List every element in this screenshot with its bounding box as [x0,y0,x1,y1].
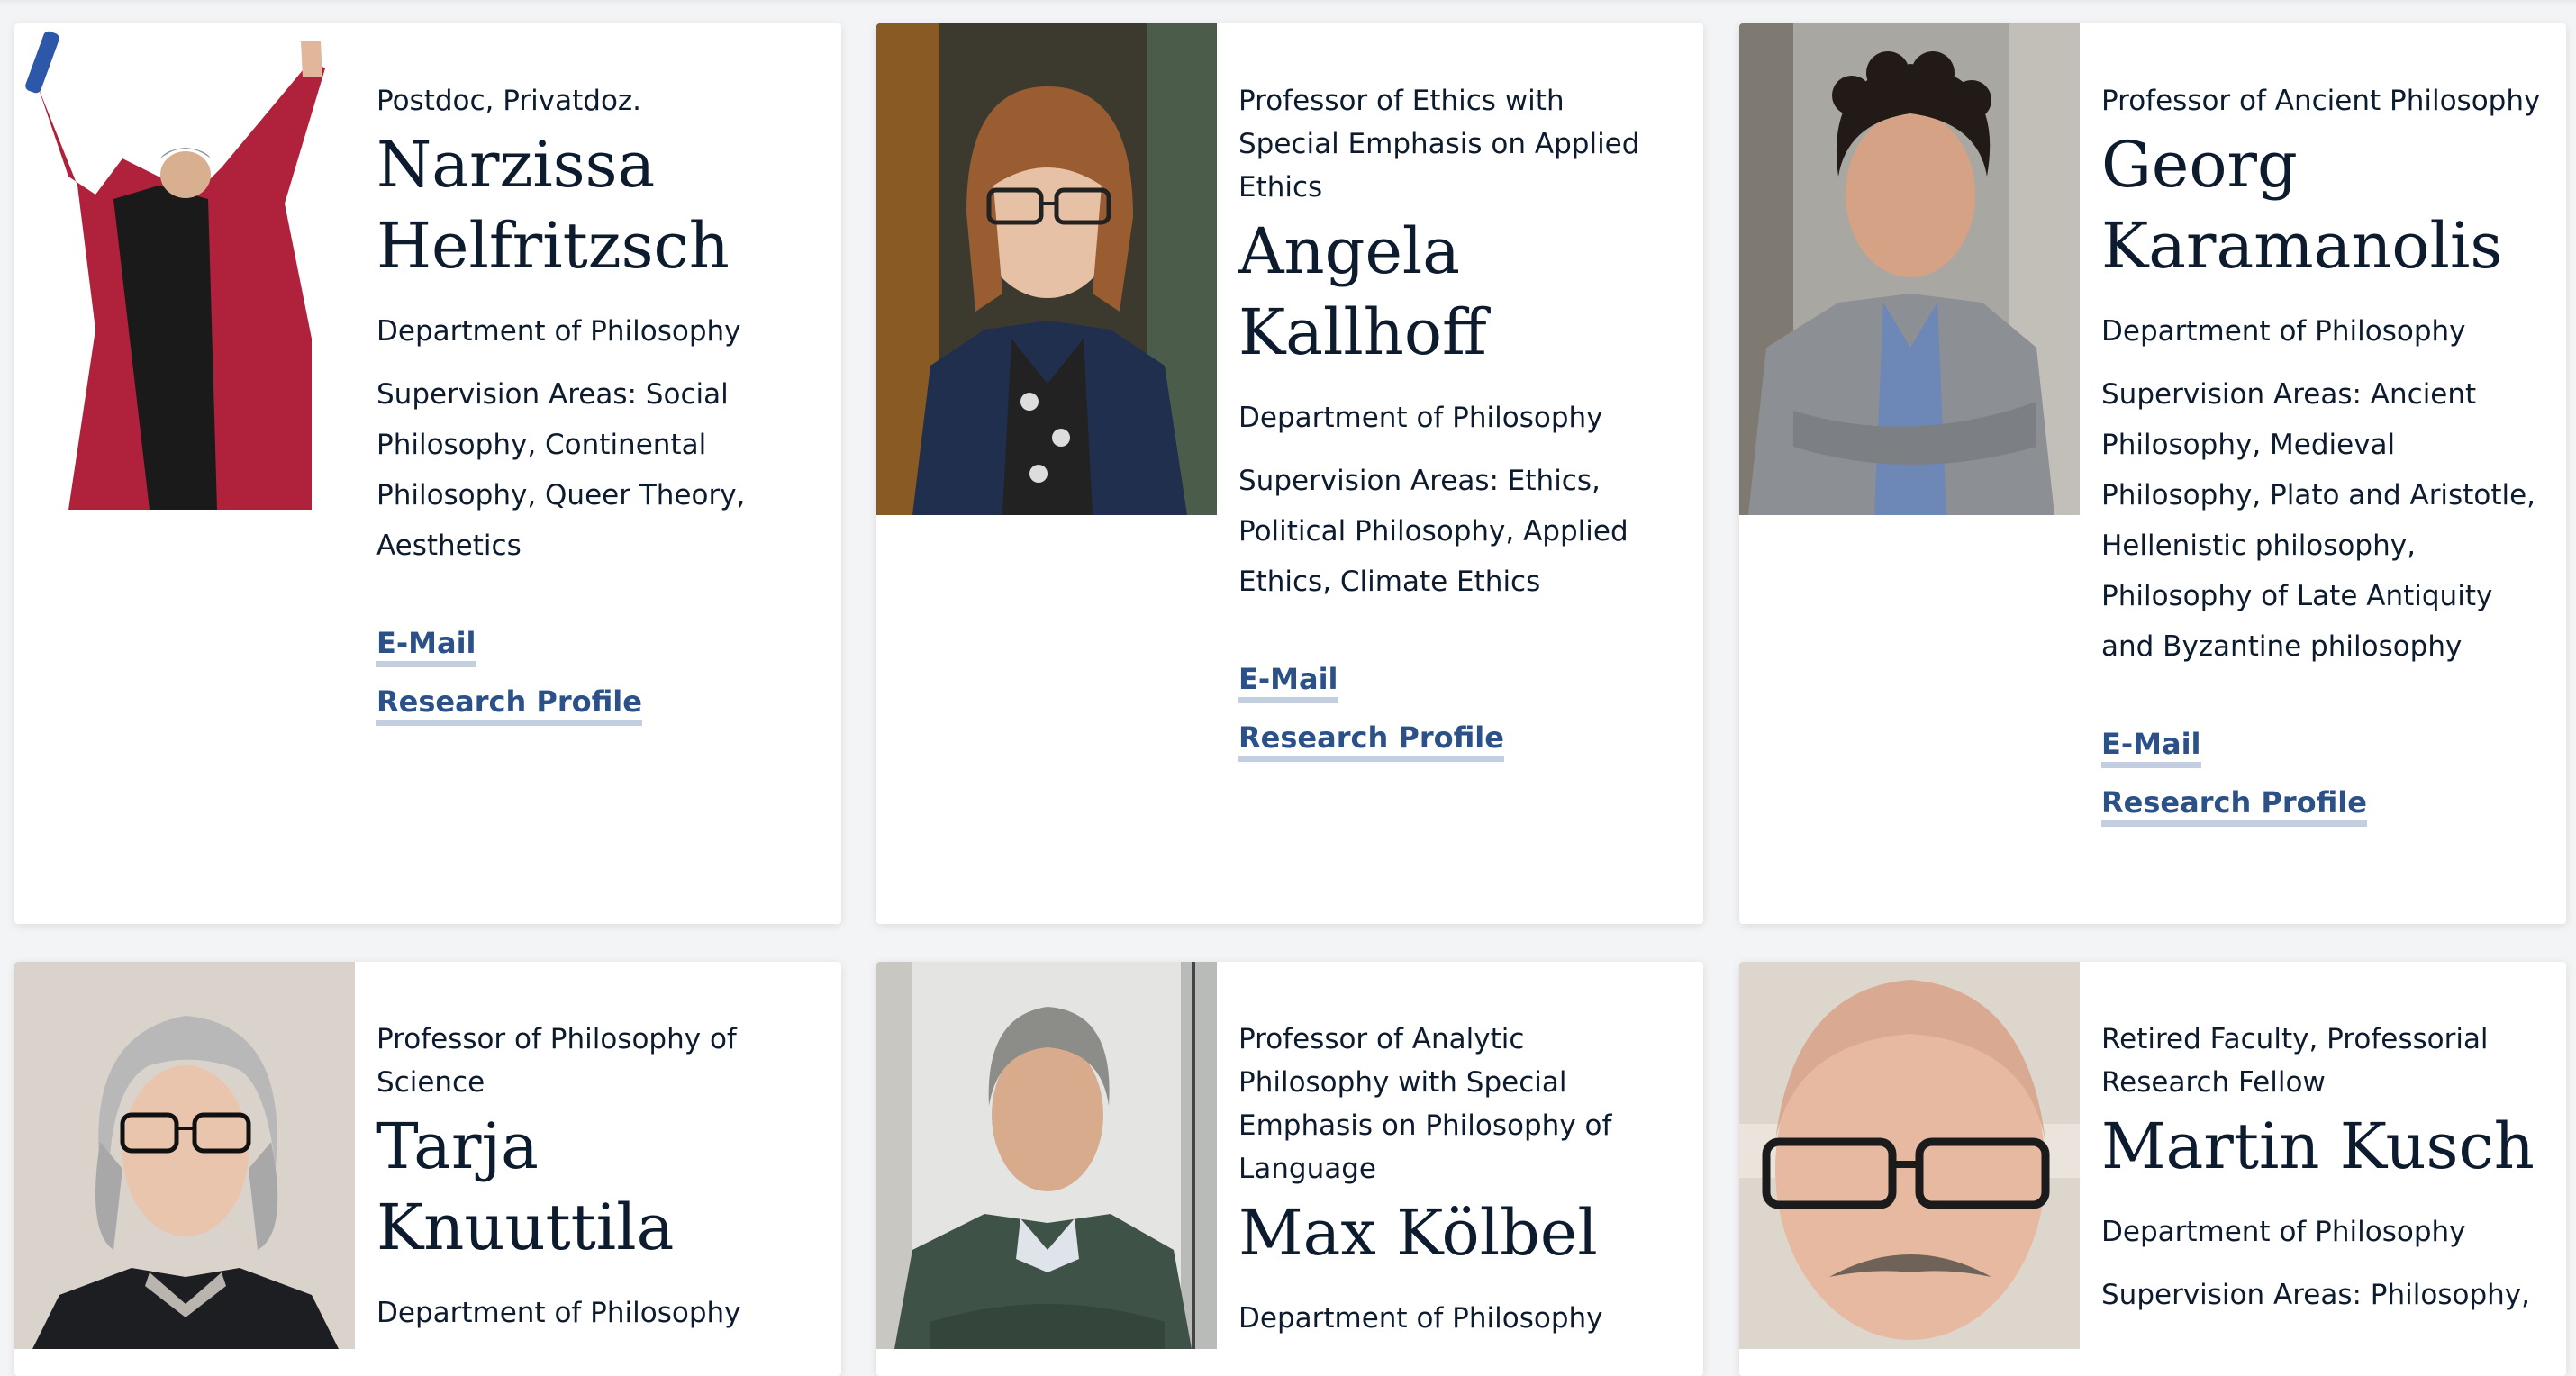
person-role: Professor of Ethics with Special Emphasi… [1238,85,1640,204]
person-name: Tarja Knuuttila [376,1106,820,1268]
email-link[interactable]: E-Mail [376,625,476,667]
contact-links: E-Mail Research Profile [2101,726,2544,843]
person-name-line-2: Helfritzsch [376,209,730,283]
research-profile-link[interactable]: Research Profile [2101,784,2367,827]
person-name: Martin Kusch [2101,1109,2535,1183]
people-grid: Postdoc, Privatdoz. Narzissa Helfritzsch… [0,0,2576,1376]
department: Department of Philosophy [2101,315,2466,348]
person-name-line-1: Narzissa [376,128,656,202]
portrait-photo [14,23,355,515]
person-role: Professor of Ancient Philosophy [2101,85,2541,117]
contact-links: E-Mail Research Profile [376,625,820,742]
person-card: Professor of Ancient Philosophy Georg Ka… [1739,23,2566,924]
person-name: Angela Kallhoff [1238,211,1682,373]
department: Department of Philosophy [1238,1302,1603,1335]
top-edge [0,0,2576,5]
person-name-line-2: Knuuttila [376,1190,675,1264]
person-role: Professor of Philosophy of Science [376,1023,737,1099]
portrait-photo [1739,962,2080,1349]
department: Department of Philosophy [2101,1216,2466,1248]
supervision-areas: Supervision Areas: Ethics, Political Phi… [1238,465,1628,598]
person-role: Postdoc, Privatdoz. [376,85,642,117]
person-name: Narzissa Helfritzsch [376,124,820,286]
person-card: Professor of Ethics with Special Emphasi… [876,23,1703,924]
portrait-photo [876,23,1217,515]
supervision-areas: Supervision Areas: Philosophy, [2101,1279,2530,1311]
person-role: Professor of Analytic Philosophy with Sp… [1238,1023,1612,1185]
department: Department of Philosophy [1238,402,1603,434]
person-card: Professor of Analytic Philosophy with Sp… [876,962,1703,1376]
person-role: Retired Faculty, Professorial Research F… [2101,1023,2489,1099]
person-name: Georg Karamanolis [2101,124,2544,286]
portrait-photo [876,962,1217,1349]
email-link[interactable]: E-Mail [1238,661,1338,703]
person-card: Retired Faculty, Professorial Research F… [1739,962,2566,1376]
department: Department of Philosophy [376,1297,741,1329]
person-card: Postdoc, Privatdoz. Narzissa Helfritzsch… [14,23,841,924]
supervision-areas: Supervision Areas: Ancient Philosophy, M… [2101,378,2536,663]
person-name-line-1: Angela [1238,214,1460,288]
research-profile-link[interactable]: Research Profile [1238,720,1504,762]
person-name-line-2: Kallhoff [1238,295,1487,369]
person-name-line-1: Georg [2101,128,2298,202]
research-profile-link[interactable]: Research Profile [376,683,642,726]
email-link[interactable]: E-Mail [2101,726,2201,768]
supervision-areas: Supervision Areas: Social Philosophy, Co… [376,378,746,562]
person-card: Professor of Philosophy of Science Tarja… [14,962,841,1376]
contact-links: E-Mail Research Profile [1238,661,1682,778]
person-name: Max Kölbel [1238,1196,1598,1270]
portrait-photo [1739,23,2080,515]
portrait-photo [14,962,355,1349]
person-name-line-2: Karamanolis [2101,209,2503,283]
department: Department of Philosophy [376,315,741,348]
person-name-line-1: Tarja [376,1109,539,1183]
